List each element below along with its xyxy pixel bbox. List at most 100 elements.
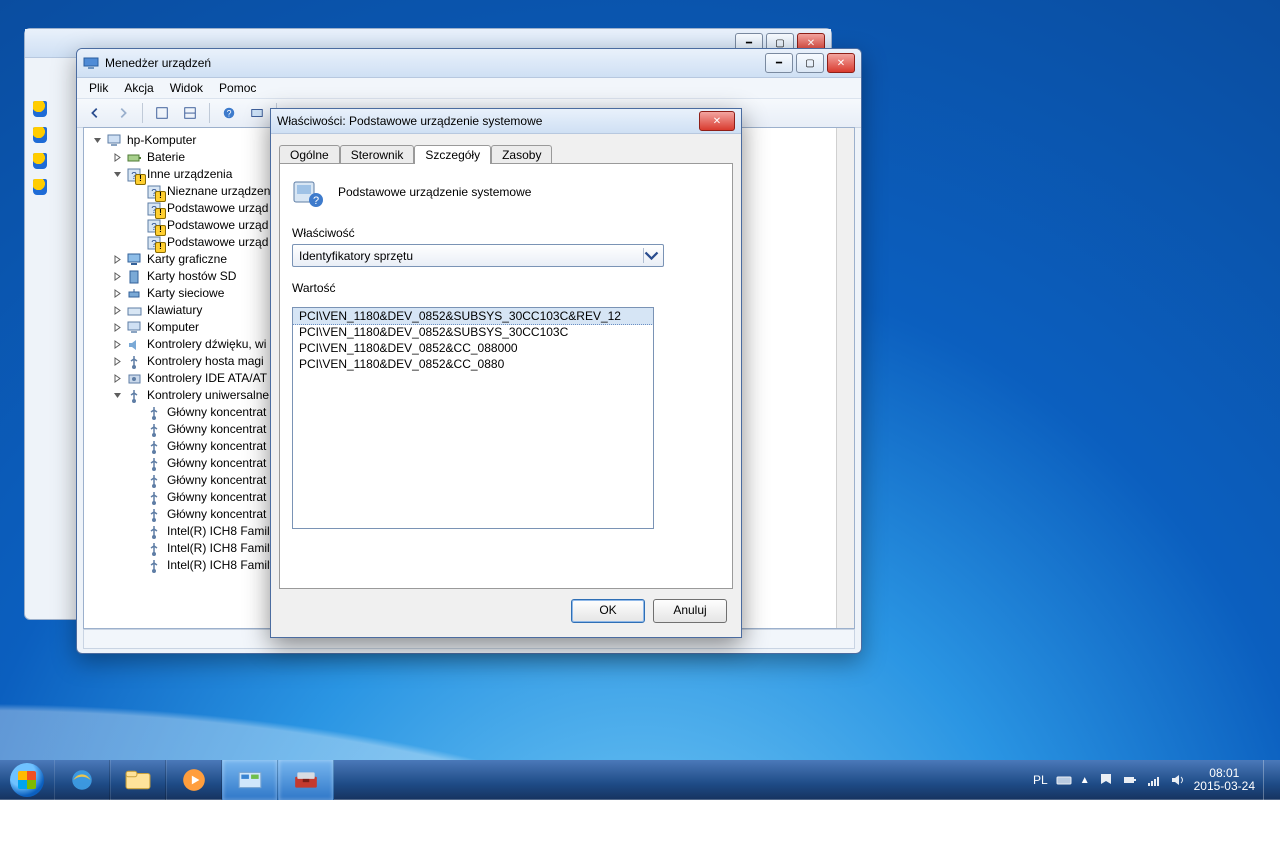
forward-button[interactable] <box>111 101 135 125</box>
value-row[interactable]: PCI\VEN_1180&DEV_0852&SUBSYS_30CC103C <box>293 324 653 340</box>
value-row[interactable]: PCI\VEN_1180&DEV_0852&CC_0880 <box>293 356 653 372</box>
value-row[interactable]: PCI\VEN_1180&DEV_0852&SUBSYS_30CC103C&RE… <box>292 307 654 325</box>
device-icon <box>127 270 143 284</box>
dialog-tabs: OgólneSterownikSzczegółyZasoby <box>279 144 733 163</box>
ok-button[interactable]: OK <box>571 599 645 623</box>
expander-icon[interactable] <box>112 152 123 163</box>
tray-action-center-icon[interactable] <box>1098 772 1114 788</box>
back-button[interactable] <box>83 101 107 125</box>
expander-icon[interactable] <box>112 356 123 367</box>
taskbar-clock[interactable]: 08:01 2015-03-24 <box>1194 767 1255 793</box>
svg-text:?: ? <box>131 171 137 182</box>
start-button[interactable] <box>0 760 54 800</box>
expander-icon[interactable] <box>132 492 143 503</box>
dialog-tab[interactable]: Ogólne <box>279 145 340 164</box>
cancel-button[interactable]: Anuluj <box>653 599 727 623</box>
taskbar-controlpanel[interactable] <box>222 760 278 800</box>
dialog-tab[interactable]: Szczegóły <box>414 145 491 164</box>
device-manager-icon <box>83 55 99 71</box>
value-listbox[interactable]: PCI\VEN_1180&DEV_0852&SUBSYS_30CC103C&RE… <box>292 307 654 529</box>
device-manager-titlebar[interactable]: Menedżer urządzeń ━ ▢ ✕ <box>77 49 861 78</box>
expander-icon[interactable] <box>132 509 143 520</box>
expander-icon[interactable] <box>132 458 143 469</box>
taskbar-mediaplayer[interactable] <box>166 760 222 800</box>
toolbar-button[interactable] <box>245 101 269 125</box>
tray-keyboard-icon[interactable] <box>1056 772 1072 788</box>
dialog-tab[interactable]: Zasoby <box>491 145 552 164</box>
taskbar-explorer[interactable] <box>110 760 166 800</box>
system-tray[interactable]: PL ▲ 08:01 2015-03-24 <box>1033 760 1280 800</box>
tree-label: Intel(R) ICH8 Famil <box>167 523 270 540</box>
device-icon: ? <box>147 185 163 199</box>
maximize-button[interactable]: ▢ <box>796 53 824 73</box>
expander-icon[interactable] <box>112 169 123 180</box>
toolbar-button[interactable] <box>178 101 202 125</box>
expander-icon[interactable] <box>132 441 143 452</box>
tray-power-icon[interactable] <box>1122 772 1138 788</box>
device-icon <box>127 304 143 318</box>
vertical-scrollbar[interactable] <box>836 128 854 628</box>
expander-icon[interactable] <box>132 526 143 537</box>
property-combobox[interactable]: Identyfikatory sprzętu <box>292 244 664 267</box>
show-desktop-button[interactable] <box>1263 760 1274 800</box>
value-row[interactable]: PCI\VEN_1180&DEV_0852&CC_088000 <box>293 340 653 356</box>
tray-chevron-up-icon[interactable]: ▲ <box>1080 775 1090 786</box>
device-icon <box>147 474 163 488</box>
tree-label: Karty graficzne <box>147 251 227 268</box>
expander-icon[interactable] <box>92 135 103 146</box>
expander-icon[interactable] <box>132 186 143 197</box>
toolbar-separator <box>142 103 143 123</box>
device-icon: ? <box>147 236 163 250</box>
tree-label: Podstawowe urząd <box>167 217 268 234</box>
help-button[interactable]: ? <box>217 101 241 125</box>
device-icon <box>147 423 163 437</box>
tray-network-icon[interactable] <box>1146 772 1162 788</box>
window-icon <box>31 35 47 51</box>
input-language-indicator[interactable]: PL <box>1033 773 1048 787</box>
close-button[interactable]: ✕ <box>827 53 855 73</box>
dialog-tab[interactable]: Sterownik <box>340 145 415 164</box>
menu-action[interactable]: Akcja <box>118 80 159 96</box>
expander-icon[interactable] <box>112 339 123 350</box>
expander-icon[interactable] <box>132 203 143 214</box>
menu-help[interactable]: Pomoc <box>213 80 262 96</box>
expander-icon[interactable] <box>132 560 143 571</box>
tree-label: Podstawowe urząd <box>167 234 268 251</box>
svg-text:?: ? <box>313 195 319 207</box>
expander-icon[interactable] <box>132 407 143 418</box>
taskbar-ie[interactable] <box>54 760 110 800</box>
dialog-titlebar[interactable]: Właściwości: Podstawowe urządzenie syste… <box>271 109 741 134</box>
tree-label: Komputer <box>147 319 199 336</box>
expander-icon[interactable] <box>132 220 143 231</box>
menu-view[interactable]: Widok <box>164 80 209 96</box>
tree-label: Klawiatury <box>147 302 202 319</box>
expander-icon[interactable] <box>132 424 143 435</box>
expander-icon[interactable] <box>132 237 143 248</box>
device-icon: ? <box>147 202 163 216</box>
expander-icon[interactable] <box>112 254 123 265</box>
menubar[interactable]: Plik Akcja Widok Pomoc <box>77 78 861 99</box>
device-icon <box>147 491 163 505</box>
expander-icon[interactable] <box>132 475 143 486</box>
device-icon <box>127 287 143 301</box>
expander-icon[interactable] <box>112 288 123 299</box>
tree-label: Główny koncentrat <box>167 421 266 438</box>
expander-icon[interactable] <box>112 373 123 384</box>
expander-icon[interactable] <box>132 543 143 554</box>
expander-icon[interactable] <box>112 322 123 333</box>
expander-icon[interactable] <box>112 271 123 282</box>
property-label: Właściwość <box>292 226 720 240</box>
windows-orb-icon <box>10 763 44 797</box>
expander-icon[interactable] <box>112 305 123 316</box>
menu-file[interactable]: Plik <box>83 80 114 96</box>
toolbar-button[interactable] <box>150 101 174 125</box>
taskbar-devicemanager[interactable] <box>278 760 334 800</box>
properties-dialog[interactable]: Właściwości: Podstawowe urządzenie syste… <box>270 108 742 638</box>
tray-volume-icon[interactable] <box>1170 772 1186 788</box>
taskbar[interactable]: PL ▲ 08:01 2015-03-24 <box>0 760 1280 800</box>
device-icon: ? <box>147 219 163 233</box>
close-button[interactable]: ✕ <box>699 111 735 131</box>
minimize-button[interactable]: ━ <box>765 53 793 73</box>
expander-icon[interactable] <box>112 390 123 401</box>
shield-icon <box>33 101 47 117</box>
